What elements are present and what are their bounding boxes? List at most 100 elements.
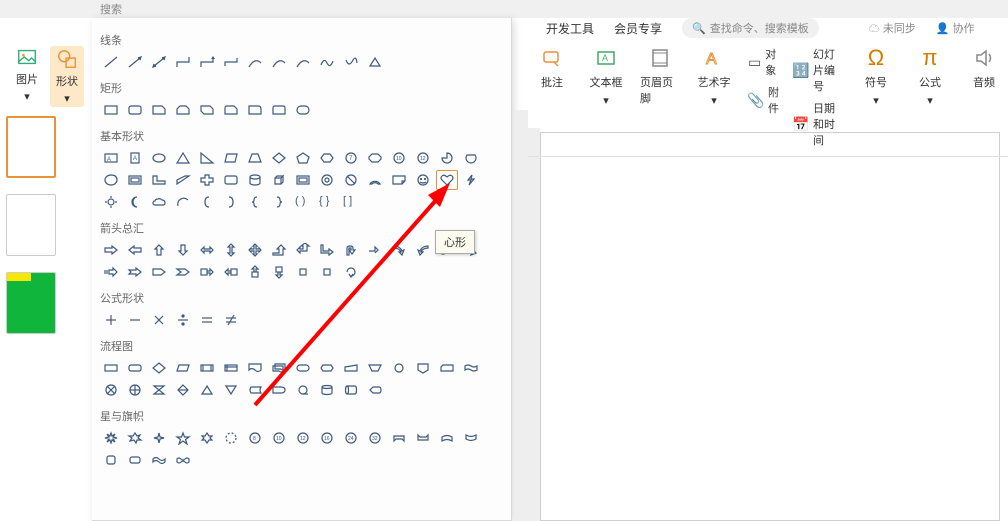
slide-thumb-2[interactable] — [6, 194, 56, 256]
shape-cross[interactable] — [196, 170, 218, 190]
fc-document[interactable] — [244, 358, 266, 378]
ribbon-down[interactable] — [412, 428, 434, 448]
ribbon-curved-down[interactable] — [460, 428, 482, 448]
tool-object[interactable]: ▭对象 — [748, 46, 779, 78]
fc-merge[interactable] — [220, 380, 242, 400]
shape-arrow-circular[interactable] — [340, 262, 362, 282]
shape-foldedcorner[interactable] — [388, 170, 410, 190]
tool-audio[interactable]: 音频 — [964, 46, 1004, 90]
fc-seqaccess[interactable] — [292, 380, 314, 400]
shape-arrow-striped[interactable] — [100, 262, 122, 282]
tool-formula[interactable]: π 公式▾ — [910, 46, 950, 107]
fc-predefined[interactable] — [196, 358, 218, 378]
shape-arrow-ud[interactable] — [220, 240, 242, 260]
fc-decision[interactable] — [148, 358, 170, 378]
shape-diagstripe[interactable] — [172, 170, 194, 190]
shape-pie[interactable] — [436, 148, 458, 168]
shape-elbow-double[interactable] — [220, 52, 242, 72]
shape-rbracket2[interactable]: [ ] — [340, 192, 362, 212]
tool-symbol[interactable]: Ω 符号▾ — [856, 46, 896, 107]
shape-rect[interactable] — [100, 100, 122, 120]
shape-pentagon[interactable] — [292, 148, 314, 168]
shape-frame[interactable] — [124, 170, 146, 190]
shape-trapezoid[interactable] — [244, 148, 266, 168]
fc-terminator[interactable] — [292, 358, 314, 378]
shape-round1-rect[interactable] — [244, 100, 266, 120]
slide-thumb-1[interactable] — [6, 116, 56, 178]
star-24[interactable]: 24 — [340, 428, 362, 448]
coop-button[interactable]: 👤 协作 — [936, 20, 975, 36]
shape-dodecagon[interactable]: 12 — [412, 148, 434, 168]
shape-blockarc[interactable] — [364, 170, 386, 190]
tool-textbox[interactable]: A 文本框▾ — [586, 46, 626, 107]
shape-scribble[interactable] — [340, 52, 362, 72]
shape-round-rect[interactable] — [124, 100, 146, 120]
shape-smiley[interactable] — [412, 170, 434, 190]
fc-process[interactable] — [100, 358, 122, 378]
star-12[interactable]: 12 — [292, 428, 314, 448]
shape-arrow-lr[interactable] — [196, 240, 218, 260]
shape-moon[interactable] — [124, 192, 146, 212]
shape-cloud[interactable] — [148, 192, 170, 212]
fc-storeddata[interactable] — [244, 380, 266, 400]
fc-extract[interactable] — [196, 380, 218, 400]
fc-manualop[interactable] — [364, 358, 386, 378]
shape-arrow-d[interactable] — [172, 240, 194, 260]
shape-multiply[interactable] — [148, 310, 170, 330]
star-explosion2[interactable] — [124, 428, 146, 448]
shape-equal[interactable] — [196, 310, 218, 330]
shape-arrow-callout-d[interactable] — [268, 262, 290, 282]
shape-bevel[interactable] — [292, 170, 314, 190]
shape-tear[interactable] — [100, 170, 122, 190]
tab-member[interactable]: 会员专享 — [614, 20, 662, 37]
shape-octagon[interactable] — [364, 148, 386, 168]
shape-brace-r[interactable] — [268, 192, 290, 212]
tool-headerfooter[interactable]: 页眉页脚 — [640, 46, 680, 106]
shape-arrow-line[interactable] — [124, 52, 146, 72]
shape-chord[interactable] — [460, 148, 482, 168]
star-6[interactable] — [196, 428, 218, 448]
ribbon-up[interactable] — [388, 428, 410, 448]
shape-notequal[interactable] — [220, 310, 242, 330]
scroll-h[interactable] — [124, 450, 146, 470]
shape-plaque[interactable] — [220, 170, 242, 190]
tool-slideno[interactable]: 🔢幻灯片编号 — [793, 46, 842, 94]
shape-cube[interactable] — [268, 170, 290, 190]
shape-arrow-u[interactable] — [148, 240, 170, 260]
ribbon-search[interactable]: 🔍 查找命令、搜索模板 — [682, 18, 819, 38]
shape-curve-arrow[interactable] — [268, 52, 290, 72]
shape-arrow-quad[interactable] — [244, 240, 266, 260]
wave[interactable] — [148, 450, 170, 470]
shape-can[interactable] — [244, 170, 266, 190]
fc-multidoc[interactable] — [268, 358, 290, 378]
shape-textframe[interactable]: A — [100, 148, 122, 168]
double-wave[interactable] — [172, 450, 194, 470]
shape-arrow-lur[interactable] — [292, 240, 314, 260]
fc-internal[interactable] — [220, 358, 242, 378]
shape-lightning[interactable] — [460, 170, 482, 190]
star-8[interactable]: 8 — [244, 428, 266, 448]
shape-arrow-bent3[interactable] — [364, 240, 386, 260]
shapes-dropdown[interactable]: 线条 矩形 基本形状 A A 7 — [92, 18, 512, 521]
shape-curve[interactable] — [244, 52, 266, 72]
shape-arrow-curved-l[interactable] — [412, 240, 434, 260]
shape-arrow-callout-l[interactable] — [220, 262, 242, 282]
shape-freeform[interactable] — [316, 52, 338, 72]
star-16[interactable]: 16 — [316, 428, 338, 448]
shape-donut[interactable] — [316, 170, 338, 190]
shape-lshape[interactable] — [148, 170, 170, 190]
shape-double-arrow[interactable] — [148, 52, 170, 72]
shape-sniprnd-rect[interactable] — [220, 100, 242, 120]
ribbon-curved-up[interactable] — [436, 428, 458, 448]
star-32[interactable]: 32 — [364, 428, 386, 448]
shape-elbow[interactable] — [172, 52, 194, 72]
shape-divide[interactable] — [172, 310, 194, 330]
fc-display[interactable] — [364, 380, 386, 400]
shape-curve-double[interactable] — [292, 52, 314, 72]
shape-arrow-pentagon[interactable] — [148, 262, 170, 282]
shape-arc[interactable] — [172, 192, 194, 212]
slide-thumb-3[interactable] — [6, 272, 56, 334]
shape-decagon[interactable]: 10 — [388, 148, 410, 168]
shape-rtriangle[interactable] — [196, 148, 218, 168]
fc-connector[interactable] — [388, 358, 410, 378]
